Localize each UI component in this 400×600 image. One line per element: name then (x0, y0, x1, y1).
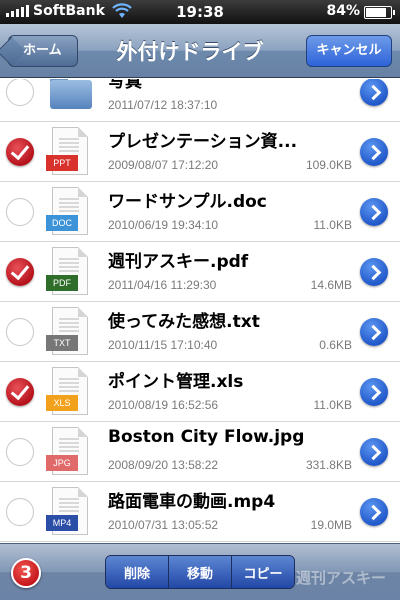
delete-button[interactable]: 削除 (106, 556, 169, 588)
file-type-tag: DOC (46, 215, 78, 231)
file-row[interactable]: DOC ワードサンプル.doc 2010/06/19 19:34:10 11.0KB (0, 182, 400, 242)
selected-count-badge: 3 (11, 558, 41, 588)
file-icon: DOC (46, 187, 92, 239)
detail-disclosure-icon[interactable] (360, 498, 388, 526)
navigation-bar: ホーム 外付けドライブ キャンセル (0, 24, 400, 78)
file-size: 19.0MB (310, 518, 352, 532)
file-date: 2009/08/07 17:12:20 (108, 158, 219, 172)
file-date: 2010/06/19 19:34:10 (108, 218, 219, 232)
file-name: ワードサンプル.doc (108, 192, 267, 212)
file-date: 2008/09/20 13:58:22 (108, 458, 219, 472)
file-row[interactable]: TXT 使ってみた感想.txt 2010/11/15 17:10:40 0.6KB (0, 302, 400, 362)
file-date: 2010/11/15 17:10:40 (108, 338, 218, 352)
file-row[interactable]: 写真 2011/07/12 18:37:10 (0, 79, 400, 122)
back-button[interactable]: ホーム (8, 35, 78, 67)
bottom-toolbar: 3 削除 移動 コピー 週刊アスキー (0, 543, 400, 600)
move-button[interactable]: 移動 (169, 556, 232, 588)
file-name: 写真 (108, 79, 142, 92)
file-date: 2010/07/31 13:05:52 (108, 518, 219, 532)
file-type-tag: XLS (46, 395, 78, 411)
file-type-tag: PDF (46, 275, 78, 291)
back-button-label: ホーム (23, 43, 62, 58)
file-icon: XLS (46, 367, 92, 419)
file-name: 週刊アスキー.pdf (108, 252, 249, 272)
file-size: 11.0KB (313, 398, 352, 412)
file-row[interactable]: PPT プレゼンテーション資... 2009/08/07 17:12:20 109.0… (0, 122, 400, 182)
file-type-tag: MP4 (46, 515, 78, 531)
detail-disclosure-icon[interactable] (360, 258, 388, 286)
file-type-tag: TXT (46, 335, 78, 351)
file-date: 2010/08/19 16:52:56 (108, 398, 219, 412)
file-size: 109.0KB (305, 158, 352, 172)
unchecked-checkbox-icon[interactable] (6, 79, 34, 106)
cancel-button[interactable]: キャンセル (306, 35, 392, 67)
battery-percent: 84% (326, 3, 360, 19)
file-date: 2011/04/16 11:29:30 (108, 278, 217, 292)
copy-button[interactable]: コピー (232, 556, 294, 588)
battery-icon (364, 6, 395, 19)
file-icon: JPG (46, 427, 92, 479)
unchecked-checkbox-icon[interactable] (6, 318, 34, 346)
file-name: 使ってみた感想.txt (108, 312, 260, 332)
unchecked-checkbox-icon[interactable] (6, 438, 34, 466)
detail-disclosure-icon[interactable] (360, 438, 388, 466)
file-list[interactable]: 写真 2011/07/12 18:37:10 PPT プレゼンテーション資... 200… (0, 79, 400, 543)
file-name: Boston City Flow.jpg (108, 427, 305, 447)
file-icon: TXT (46, 307, 92, 359)
file-icon: PPT (46, 127, 92, 179)
file-size: 14.6MB (310, 278, 352, 292)
file-size: 11.0KB (313, 218, 352, 232)
file-row[interactable]: PDF 週刊アスキー.pdf 2011/04/16 11:29:30 14.6MB (0, 242, 400, 302)
file-size: 0.6KB (319, 338, 352, 352)
file-row[interactable]: MP4 路面電車の動画.mp4 2010/07/31 13:05:52 19.0MB (0, 482, 400, 542)
file-date: 2011/07/12 18:37:10 (108, 98, 218, 112)
file-type-tag: PPT (46, 155, 78, 171)
detail-disclosure-icon[interactable] (360, 378, 388, 406)
file-name: ポイント管理.xls (108, 372, 244, 392)
file-name: 路面電車の動画.mp4 (108, 492, 276, 512)
checked-checkbox-icon[interactable] (6, 138, 34, 166)
detail-disclosure-icon[interactable] (360, 138, 388, 166)
checked-checkbox-icon[interactable] (6, 258, 34, 286)
detail-disclosure-icon[interactable] (360, 198, 388, 226)
file-icon: PDF (46, 247, 92, 299)
file-icon: MP4 (46, 487, 92, 539)
file-type-tag: JPG (46, 455, 78, 471)
unchecked-checkbox-icon[interactable] (6, 198, 34, 226)
unchecked-checkbox-icon[interactable] (6, 498, 34, 526)
detail-disclosure-icon[interactable] (360, 318, 388, 346)
folder-icon (46, 79, 92, 119)
file-size: 331.8KB (305, 458, 352, 472)
watermark: 週刊アスキー (295, 569, 386, 587)
file-name: プレゼンテーション資... (108, 132, 298, 152)
page-title: 外付けドライブ (116, 40, 264, 64)
file-row[interactable]: JPG Boston City Flow.jpg 2008/09/20 13:58:… (0, 422, 400, 482)
action-segmented-control: 削除 移動 コピー (105, 555, 295, 589)
checked-checkbox-icon[interactable] (6, 378, 34, 406)
file-row[interactable]: XLS ポイント管理.xls 2010/08/19 16:52:56 11.0KB (0, 362, 400, 422)
status-bar: SoftBank 19:38 84% (0, 0, 400, 24)
detail-disclosure-icon[interactable] (360, 79, 388, 106)
